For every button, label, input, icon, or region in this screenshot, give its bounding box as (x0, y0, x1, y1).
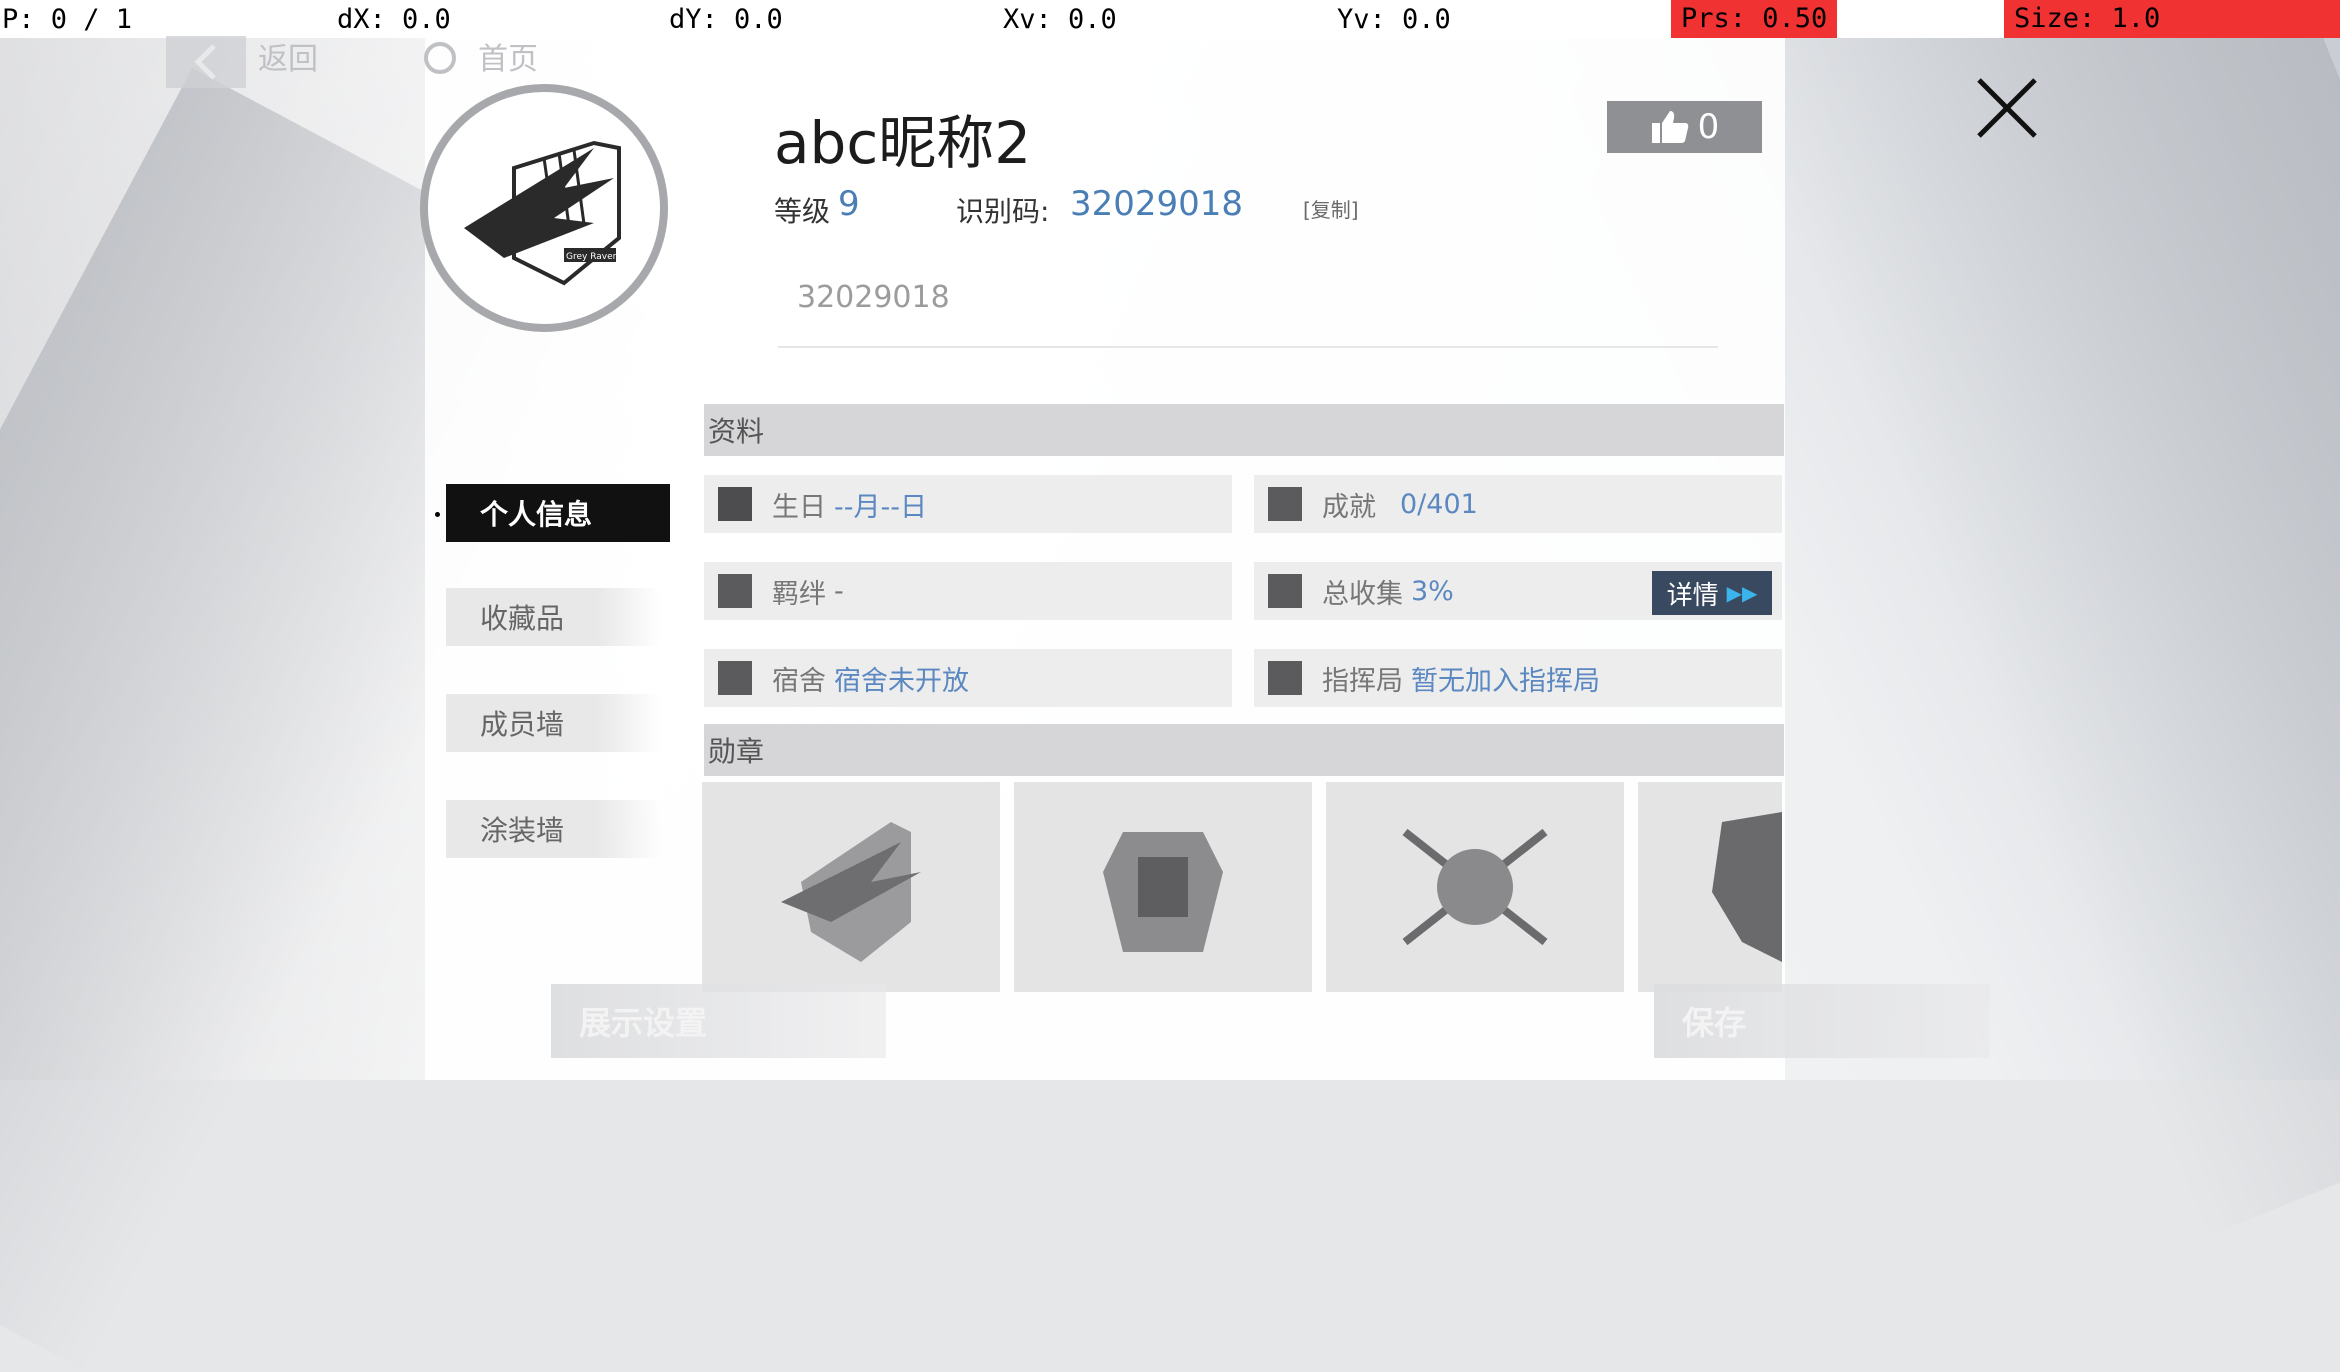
hq-row: 指挥局 暂无加入指挥局 (1254, 649, 1782, 707)
tab-personal-info[interactable]: 个人信息 (446, 484, 670, 542)
crossed-swords-medal-icon (1402, 828, 1548, 946)
medal-4[interactable] (1638, 782, 1782, 992)
close-icon[interactable] (1975, 76, 2039, 140)
birthday-value: --月--日 (834, 491, 927, 523)
avatar-emblem-text: Grey Ravens (566, 252, 623, 262)
signature-field[interactable]: 32029018 (797, 280, 950, 315)
raven-medal-icon (781, 822, 921, 962)
active-tab-marker (435, 512, 440, 517)
bond-label: 羁绊 (772, 578, 826, 610)
shield-icon (1268, 661, 1302, 695)
bond-row: 羁绊 - (704, 562, 1232, 620)
tab-skin-wall[interactable]: 涂装墙 (446, 800, 661, 858)
home-icon[interactable] (420, 38, 460, 78)
section-medals-header: 勋章 (704, 724, 1784, 776)
save-button[interactable]: 保存 (1654, 984, 1990, 1058)
thumbs-up-icon (1651, 111, 1688, 143)
id-value: 32029018 (1070, 184, 1244, 224)
copy-id-button[interactable]: [复制] (1303, 194, 1359, 223)
achievement-value: 0/401 (1400, 488, 1478, 520)
birthday-row: 生日 --月--日 (704, 475, 1232, 533)
home-label: 首页 (478, 42, 538, 77)
nickname: abc昵称2 (774, 109, 1032, 177)
details-label: 详情 (1666, 580, 1719, 611)
tab-collectibles[interactable]: 收藏品 (446, 588, 661, 646)
section-info-header: 资料 (704, 404, 1784, 456)
like-count: 0 (1697, 107, 1720, 147)
details-button[interactable]: 详情 ▶▶ (1652, 571, 1772, 615)
debug-xv: Xv: 0.0 (1003, 4, 1117, 35)
collection-label: 总收集 (1322, 578, 1403, 610)
medal-2[interactable] (1014, 782, 1312, 992)
collection-value: 3% (1411, 575, 1454, 607)
medal-3[interactable] (1326, 782, 1624, 992)
tab-member-wall[interactable]: 成员墙 (446, 694, 661, 752)
card-icon (718, 487, 752, 521)
divider (778, 346, 1718, 348)
achievement-flag-icon (1268, 487, 1302, 521)
dorm-value: 宿舍未开放 (834, 665, 969, 697)
house-icon (718, 661, 752, 695)
achievement-label: 成就 (1322, 491, 1376, 523)
like-button[interactable]: 0 (1607, 101, 1762, 153)
command-medal-icon (1103, 832, 1223, 952)
avatar[interactable]: Grey Ravens (420, 84, 668, 332)
pointer-debug-bar: P: 0 / 1 dX: 0.0 dY: 0.0 Xv: 0.0 Yv: 0.0… (0, 0, 2340, 38)
smiley-icon (718, 574, 752, 608)
dorm-row: 宿舍 宿舍未开放 (704, 649, 1232, 707)
debug-pointer: P: 0 / 1 (2, 4, 133, 35)
medal-partial-icon (1712, 812, 1782, 962)
dorm-label: 宿舍 (772, 665, 826, 697)
birthday-label: 生日 (772, 491, 826, 523)
double-arrow-icon: ▶▶ (1726, 581, 1758, 605)
level-label: 等级 (774, 195, 831, 228)
debug-size: Size: 1.0 (2004, 0, 2340, 38)
debug-pressure: Prs: 0.50 (1671, 0, 1837, 38)
hq-value: 暂无加入指挥局 (1411, 665, 1600, 697)
bond-value: - (834, 575, 844, 607)
id-label: 识别码: (956, 195, 1050, 228)
debug-dy: dY: 0.0 (669, 4, 783, 35)
level-value: 9 (838, 184, 860, 224)
debug-yv: Yv: 0.0 (1337, 4, 1451, 35)
back-label: 返回 (258, 42, 318, 77)
medal-1[interactable] (702, 782, 1000, 992)
achievement-row[interactable]: 成就 0/401 (1254, 475, 1782, 533)
hq-label: 指挥局 (1322, 665, 1403, 697)
debug-dx: dX: 0.0 (337, 4, 451, 35)
display-settings-button[interactable]: 展示设置 (551, 984, 886, 1058)
chevron-left-icon (194, 44, 216, 80)
grey-ravens-emblem-icon: Grey Ravens (464, 140, 623, 286)
collection-icon (1268, 574, 1302, 608)
back-button[interactable] (166, 36, 246, 88)
